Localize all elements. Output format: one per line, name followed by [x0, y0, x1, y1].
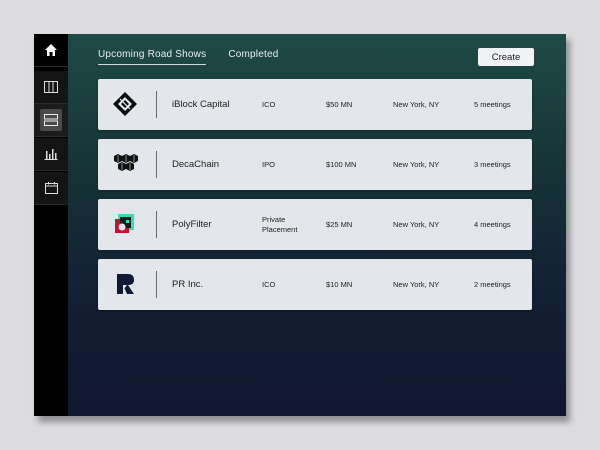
calendar-icon: [44, 182, 58, 194]
polyfilter-logo-icon: [115, 214, 134, 233]
home-icon: [45, 44, 57, 56]
roadshow-name: iBlock Capital: [172, 99, 230, 110]
sidebar-item-columns[interactable]: [34, 71, 68, 104]
roadshow-row-decachain[interactable]: DecaChain IPO $100 MN New York, NY 3 mee…: [98, 139, 532, 190]
roadshow-location: New York, NY: [393, 100, 440, 109]
main-content: Upcoming Road Shows Completed Create iBl…: [68, 34, 566, 416]
bar-chart-icon: [44, 149, 58, 160]
roadshow-location: New York, NY: [393, 280, 440, 289]
roadshow-amount: $50 MN: [326, 100, 353, 109]
sidebar: [34, 34, 68, 416]
roadshow-type: ICO: [262, 99, 276, 109]
columns-icon: [44, 81, 58, 93]
roadshow-row-pr-inc[interactable]: PR Inc. ICO $10 MN New York, NY 2 meetin…: [98, 259, 532, 310]
roadshow-meetings: 2 meetings: [474, 280, 511, 289]
list-icon: [44, 114, 58, 126]
roadshow-amount: $25 MN: [326, 220, 353, 229]
app-window: Upcoming Road Shows Completed Create iBl…: [34, 34, 566, 416]
roadshow-location: New York, NY: [393, 220, 440, 229]
row-separator: [156, 151, 157, 178]
sidebar-item-list[interactable]: [34, 104, 68, 137]
roadshow-row-iblock[interactable]: iBlock Capital ICO $50 MN New York, NY 5…: [98, 79, 532, 130]
tab-upcoming-road-shows[interactable]: Upcoming Road Shows: [98, 49, 207, 65]
roadshow-meetings: 5 meetings: [474, 100, 511, 109]
iblock-logo-icon: [113, 92, 137, 116]
sidebar-item-reports[interactable]: [34, 138, 68, 171]
roadshow-name: DecaChain: [172, 159, 219, 170]
roadshow-meetings: 3 meetings: [474, 160, 511, 169]
roadshow-type: IPO: [262, 159, 275, 169]
roadshow-location: New York, NY: [393, 160, 440, 169]
sidebar-item-calendar[interactable]: [34, 172, 68, 205]
row-separator: [156, 91, 157, 118]
row-separator: [156, 271, 157, 298]
decachain-logo-icon: [114, 154, 138, 171]
tab-bar: Upcoming Road Shows Completed: [98, 49, 278, 65]
sidebar-item-home[interactable]: [34, 34, 68, 67]
roadshow-meetings: 4 meetings: [474, 220, 511, 229]
roadshow-type: Private Placement: [262, 214, 298, 234]
pr-logo-icon: [117, 274, 134, 294]
tab-completed[interactable]: Completed: [228, 49, 278, 65]
roadshow-type: ICO: [262, 279, 276, 289]
roadshow-amount: $10 MN: [326, 280, 353, 289]
roadshow-name: PolyFilter: [172, 219, 212, 230]
roadshow-row-polyfilter[interactable]: PolyFilter Private Placement $25 MN New …: [98, 199, 532, 250]
roadshow-name: PR Inc.: [172, 279, 204, 290]
row-separator: [156, 211, 157, 238]
roadshow-amount: $100 MN: [326, 160, 357, 169]
create-button[interactable]: Create: [478, 48, 534, 66]
